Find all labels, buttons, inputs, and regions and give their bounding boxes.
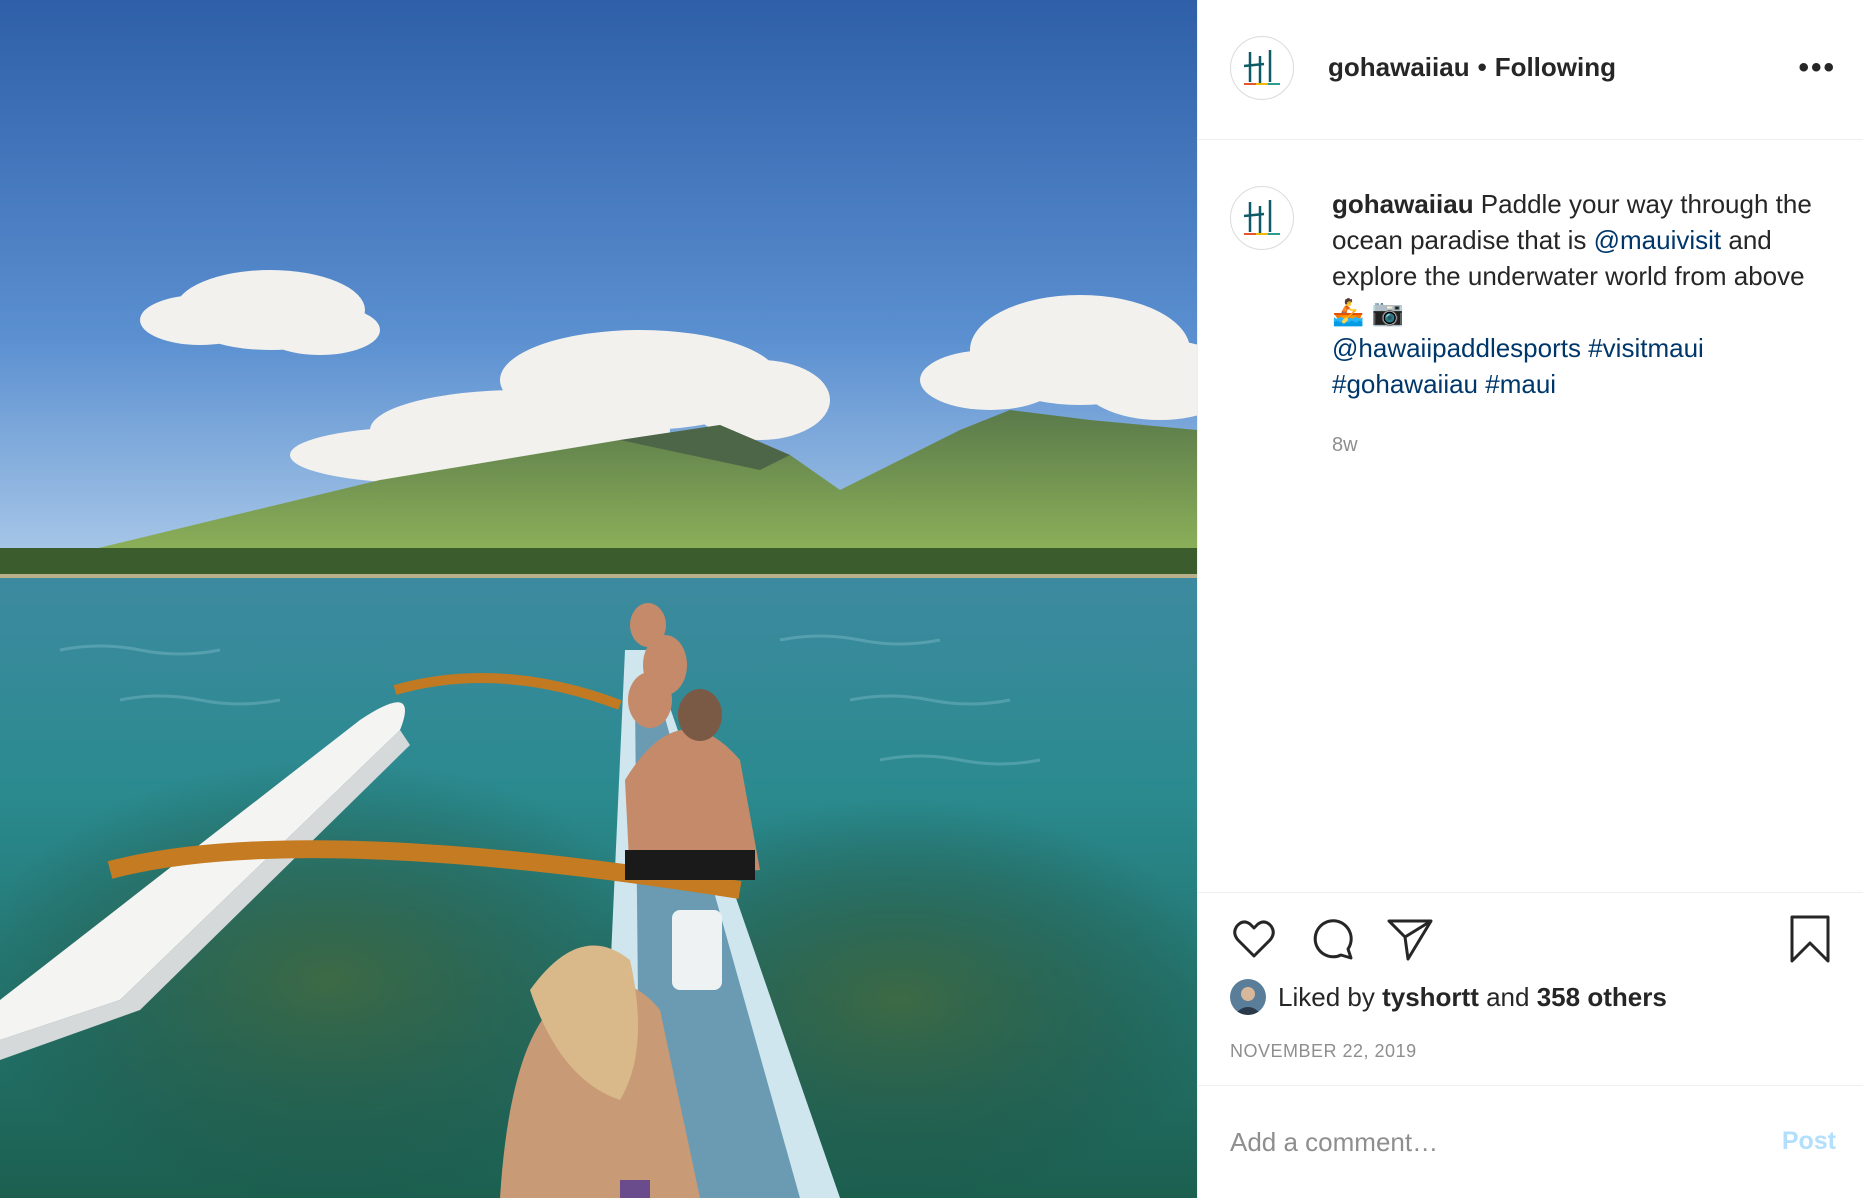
liker-photo-icon: [1230, 979, 1266, 1015]
action-bar: [1230, 915, 1834, 963]
post-side-panel: gohawaiiau • Following ••• gohawaiiau Padd…: [1197, 0, 1863, 1198]
caption-time[interactable]: 8w: [1332, 434, 1358, 457]
likes-row: Liked by tyshortt and 358 others: [1230, 979, 1667, 1015]
comment-input[interactable]: [1230, 1116, 1750, 1168]
paper-plane-icon[interactable]: [1386, 915, 1434, 963]
hashtag-gohawaiiau[interactable]: #gohawaiiau: [1332, 369, 1478, 399]
actions-area: Liked by tyshortt and 358 others NOVEMBE…: [1198, 892, 1863, 1061]
post-comment-button[interactable]: Post: [1782, 1127, 1836, 1156]
mention-hawaiipaddlesports[interactable]: @hawaiipaddlesports: [1332, 333, 1581, 363]
post-photo[interactable]: [0, 0, 1197, 1198]
comment-icon[interactable]: [1308, 915, 1356, 963]
hashtag-maui[interactable]: #maui: [1485, 369, 1556, 399]
comment-box: Post: [1198, 1085, 1863, 1198]
hashtag-visitmaui[interactable]: #visitmaui: [1588, 333, 1704, 363]
heart-icon[interactable]: [1230, 915, 1278, 963]
following-button[interactable]: Following: [1495, 52, 1616, 82]
post-header: gohawaiiau • Following •••: [1198, 0, 1863, 140]
mention-mauivisit[interactable]: @mauivisit: [1594, 225, 1722, 255]
gohawaii-logo-icon: [1243, 200, 1280, 235]
outrigger-canoe-photo: [0, 0, 1197, 1198]
liked-by-conj: and: [1486, 981, 1530, 1012]
header-separator: •: [1477, 52, 1487, 82]
liker-username[interactable]: tyshortt: [1382, 982, 1479, 1013]
gohawaii-logo-icon: [1243, 50, 1280, 85]
likes-others-link[interactable]: 358 others: [1537, 982, 1667, 1013]
bookmark-icon[interactable]: [1786, 915, 1834, 963]
caption-emoji: 🚣 📷: [1332, 297, 1404, 327]
header-username[interactable]: gohawaiiau: [1328, 52, 1470, 82]
caption-avatar[interactable]: [1230, 186, 1294, 250]
liked-by-prefix: Liked by: [1278, 981, 1375, 1012]
avatar[interactable]: [1230, 36, 1294, 100]
more-options-icon[interactable]: •••: [1798, 53, 1836, 83]
caption-text: gohawaiiau Paddle your way through the o…: [1332, 186, 1832, 402]
caption-username[interactable]: gohawaiiau: [1332, 189, 1474, 219]
liker-avatar[interactable]: [1230, 979, 1266, 1015]
header-user-status: gohawaiiau • Following: [1328, 52, 1616, 83]
post-date[interactable]: NOVEMBER 22, 2019: [1230, 1041, 1417, 1062]
instagram-post: gohawaiiau • Following ••• gohawaiiau Padd…: [0, 0, 1863, 1198]
